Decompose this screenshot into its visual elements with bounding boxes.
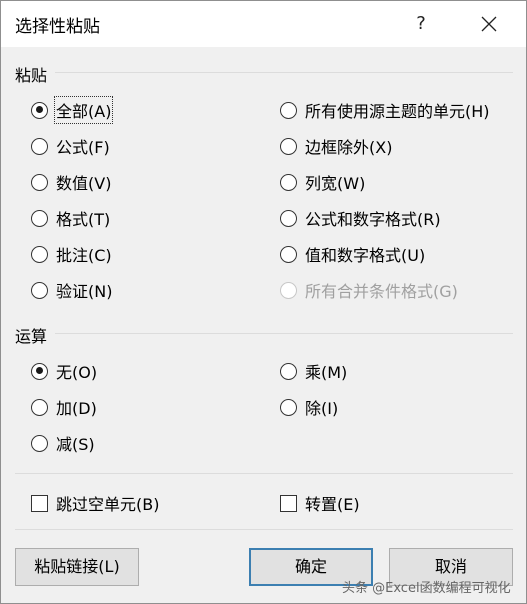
option-label: 公式(F) [56,138,110,157]
paste-group-divider [55,72,513,73]
radio-icon[interactable] [280,362,297,380]
operation-group-label: 运算 [15,327,48,346]
option-label: 列宽(W) [305,174,366,193]
paste-option-merge-conditional-formats: 所有合并条件格式(G) [280,277,458,303]
operation-option-add[interactable]: 加(D) [31,394,97,420]
radio-icon[interactable] [31,137,48,155]
radio-icon [280,281,297,299]
paste-option-comments[interactable]: 批注(C) [31,241,112,267]
operation-option-divide[interactable]: 除(I) [280,394,338,420]
radio-icon[interactable] [31,173,48,191]
option-label: 所有使用源主题的单元(H) [305,102,490,121]
checkbox-label: 跳过空单元(B) [56,495,160,514]
paste-group-label: 粘贴 [15,66,48,85]
close-icon [481,16,497,32]
operation-option-none[interactable]: 无(O) [31,358,97,384]
paste-option-formulas[interactable]: 公式(F) [31,133,110,159]
radio-icon[interactable] [280,137,297,155]
radio-icon[interactable] [31,101,48,119]
option-label: 减(S) [56,435,95,454]
option-label: 全部(A) [53,96,114,124]
radio-icon[interactable] [280,209,297,227]
checkbox-icon[interactable] [280,494,297,512]
paste-option-source-theme[interactable]: 所有使用源主题的单元(H) [280,97,490,123]
skip-blanks-checkbox[interactable]: 跳过空单元(B) [31,490,159,516]
option-label: 值和数字格式(U) [305,246,426,265]
dialog-title: 选择性粘贴 [15,17,100,37]
help-button[interactable]: ? [401,9,441,39]
operation-option-subtract[interactable]: 减(S) [31,430,95,456]
radio-icon[interactable] [280,173,297,191]
option-label: 无(O) [56,363,98,382]
paste-option-formulas-number-formats[interactable]: 公式和数字格式(R) [280,205,441,231]
paste-option-values[interactable]: 数值(V) [31,169,111,195]
radio-icon[interactable] [31,434,48,452]
title-bar: 选择性粘贴 ? [1,1,526,47]
radio-icon[interactable] [280,398,297,416]
radio-icon[interactable] [31,362,48,380]
operation-option-multiply[interactable]: 乘(M) [280,358,347,384]
operation-group-divider [55,333,513,334]
paste-option-all[interactable]: 全部(A) [31,96,114,124]
paste-option-column-widths[interactable]: 列宽(W) [280,169,365,195]
paste-link-button[interactable]: 粘贴链接(L) [15,548,139,586]
radio-icon[interactable] [31,398,48,416]
option-label: 边框除外(X) [305,138,393,157]
radio-icon[interactable] [31,245,48,263]
checkbox-label: 转置(E) [305,495,360,514]
radio-icon[interactable] [31,281,48,299]
transpose-checkbox[interactable]: 转置(E) [280,490,360,516]
radio-icon[interactable] [280,245,297,263]
separator [15,529,513,530]
option-label: 格式(T) [56,210,111,229]
option-label: 公式和数字格式(R) [305,210,441,229]
option-label: 验证(N) [56,282,113,301]
watermark: 头条 @Excel函数编程可视化 [342,581,511,596]
paste-option-validation[interactable]: 验证(N) [31,277,112,303]
paste-option-values-number-formats[interactable]: 值和数字格式(U) [280,241,425,267]
option-label: 乘(M) [305,363,348,382]
radio-icon[interactable] [31,209,48,227]
separator [15,473,513,474]
option-label: 数值(V) [56,174,112,193]
checkbox-icon[interactable] [31,494,48,512]
option-label: 除(I) [305,399,339,418]
paste-special-dialog: 选择性粘贴 ? 粘贴 全部(A) 公式(F) 数值(V) 格式(T) 批注(C)… [0,0,527,604]
radio-icon[interactable] [280,101,297,119]
option-label: 加(D) [56,399,97,418]
close-button[interactable] [467,9,511,39]
option-label: 所有合并条件格式(G) [305,282,458,301]
option-label: 批注(C) [56,246,112,265]
paste-option-formats[interactable]: 格式(T) [31,205,110,231]
paste-option-no-borders[interactable]: 边框除外(X) [280,133,392,159]
